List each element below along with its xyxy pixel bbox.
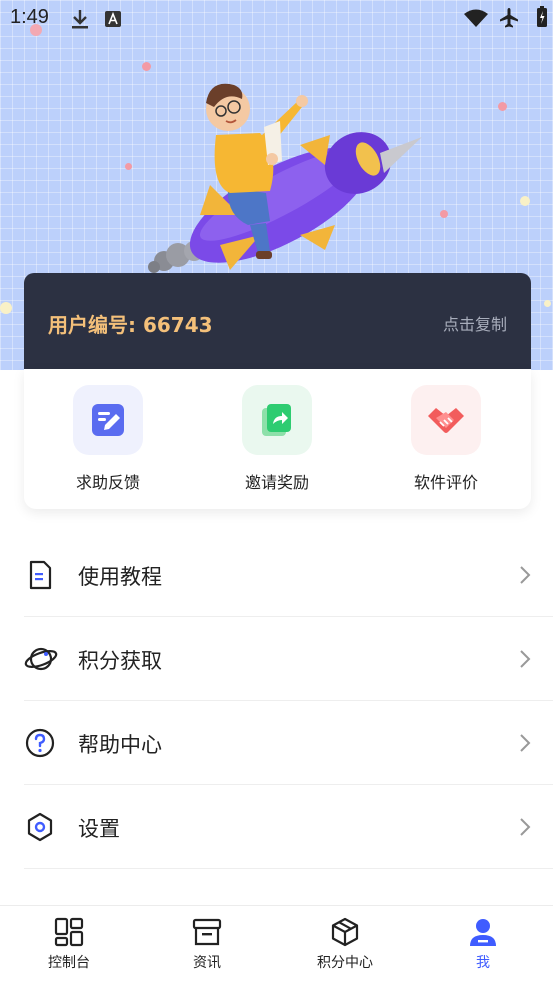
airplane-mode-icon (500, 8, 518, 28)
status-bar: 1:49 (0, 0, 553, 40)
menu-item-label: 积分获取 (78, 649, 162, 673)
tab-label: 资讯 (193, 955, 221, 971)
status-time: 1:49 (10, 6, 49, 28)
share-icon (242, 385, 312, 455)
decor-dot (520, 196, 530, 206)
decor-dot (498, 102, 507, 111)
menu-item-label: 使用教程 (78, 565, 162, 589)
bottom-tab-bar: 控制台 资讯 积分中心 我 (0, 905, 553, 983)
invite-reward-label: 邀请奖励 (244, 473, 309, 492)
decor-dot (544, 300, 551, 307)
menu-item-points[interactable]: 积分获取 (24, 617, 553, 701)
planet-icon (24, 647, 58, 671)
help-feedback-button[interactable]: 求助反馈 (38, 385, 178, 493)
news-icon (192, 918, 222, 946)
menu-item-label: 帮助中心 (78, 733, 162, 757)
settings-menu: 使用教程 积分获取 帮助中心 设置 (24, 533, 553, 869)
settings-icon (27, 812, 53, 842)
tab-dashboard[interactable]: 控制台 (0, 916, 138, 972)
menu-item-tutorial[interactable]: 使用教程 (24, 533, 553, 617)
tab-label: 控制台 (48, 955, 90, 971)
menu-item-settings[interactable]: 设置 (24, 785, 553, 869)
tab-label: 积分中心 (317, 955, 373, 971)
dashboard-icon (54, 917, 84, 947)
chevron-right-icon (520, 818, 531, 836)
font-icon (105, 11, 121, 27)
download-icon (72, 10, 88, 29)
user-id-card: 用户编号: 66743 点击复制 (24, 273, 531, 369)
tab-points-center[interactable]: 积分中心 (276, 916, 414, 972)
handshake-icon (411, 385, 481, 455)
quick-actions-card: 求助反馈 邀请奖励 软件评价 (24, 369, 531, 509)
decor-dot (0, 302, 12, 314)
document-icon (29, 560, 52, 590)
rocket-boy-illustration (148, 83, 422, 273)
rate-app-button[interactable]: 软件评价 (376, 385, 516, 493)
invite-reward-button[interactable]: 邀请奖励 (207, 385, 347, 493)
wifi-icon (464, 9, 488, 27)
tab-me[interactable]: 我 (414, 916, 552, 972)
question-icon (25, 728, 55, 758)
menu-item-label: 设置 (78, 817, 120, 841)
rate-app-label: 软件评价 (413, 473, 478, 492)
tab-label: 我 (476, 955, 490, 971)
decor-dot (142, 62, 151, 71)
help-feedback-label: 求助反馈 (75, 473, 140, 492)
copy-id-button[interactable]: 点击复制 (443, 311, 507, 335)
chevron-right-icon (520, 566, 531, 584)
profile-icon (470, 919, 496, 946)
chevron-right-icon (520, 650, 531, 668)
battery-icon (537, 6, 547, 27)
tab-news[interactable]: 资讯 (138, 916, 276, 972)
box-icon (331, 917, 359, 947)
chevron-right-icon (520, 734, 531, 752)
edit-note-icon (73, 385, 143, 455)
user-id-text: 用户编号: 66743 (48, 313, 213, 337)
menu-item-help-center[interactable]: 帮助中心 (24, 701, 553, 785)
decor-dot (440, 210, 448, 218)
